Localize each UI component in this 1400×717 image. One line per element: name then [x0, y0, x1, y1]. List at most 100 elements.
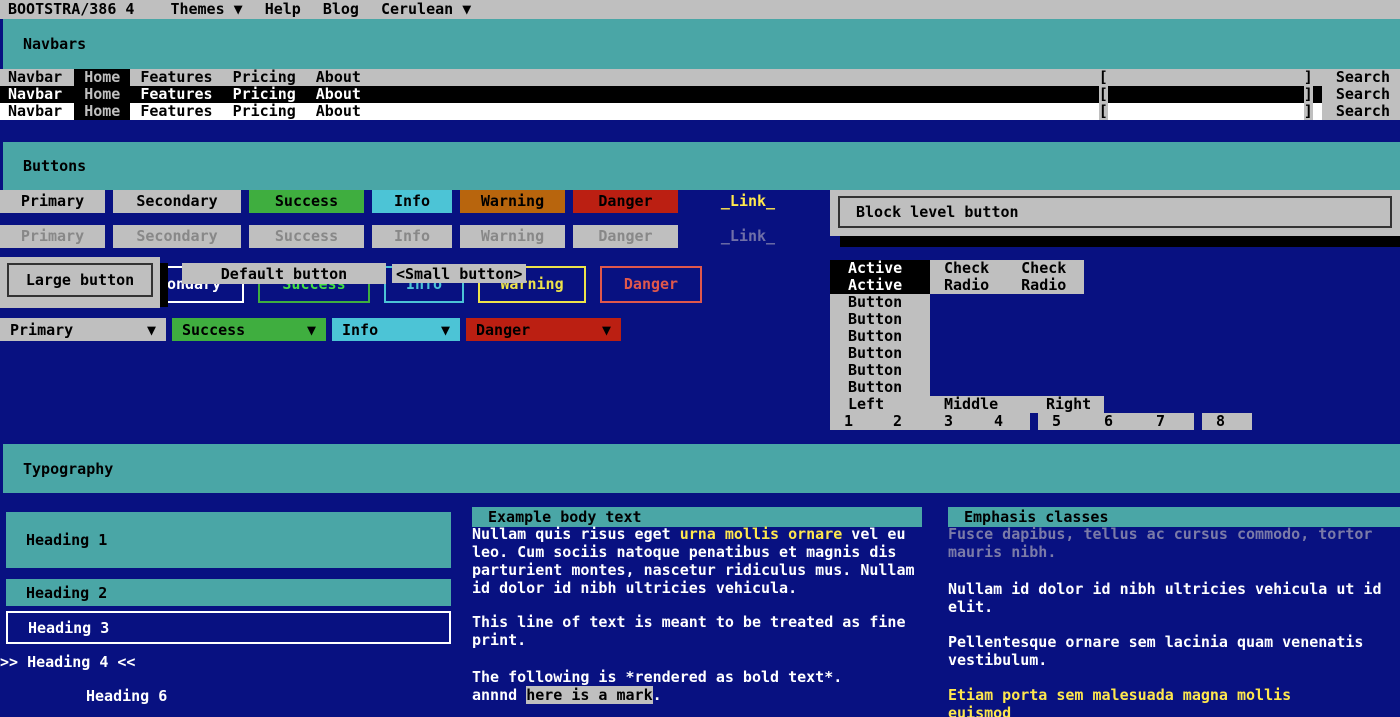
navbar-search-group[interactable]: [ ] Search [1099, 103, 1400, 120]
button-row-solid: Primary Secondary Success Info Warning D… [0, 190, 830, 213]
toggle-button-group: Check Radio Check Radio [930, 260, 1084, 294]
checkbox-toggle-1[interactable]: Check [930, 260, 1007, 277]
bracket-close-icon: ] [1304, 103, 1313, 120]
top-menubar: BOOTSTRA/386 4 Themes ▼ Help Blog Cerule… [0, 0, 1400, 19]
dropdown-success[interactable]: Success ▼ [172, 318, 326, 341]
navbar-search-button[interactable]: Search [1322, 103, 1400, 120]
vgroup-button-1[interactable]: Button [830, 294, 930, 311]
navbar-link-about[interactable]: About [306, 103, 371, 120]
block-button-shadow [840, 236, 1400, 247]
button-warning[interactable]: Warning [460, 190, 565, 213]
menubar-item-themes[interactable]: Themes ▼ [170, 0, 242, 19]
navbar-search-button[interactable]: Search [1322, 86, 1400, 103]
heading-1: Heading 1 [6, 512, 451, 568]
pagination-page-6[interactable]: 6 [1090, 413, 1142, 430]
vgroup-button-2[interactable]: Button [830, 311, 930, 328]
section-title-navbars: Navbars [23, 35, 86, 53]
vgroup-button-4[interactable]: Button [830, 345, 930, 362]
vgroup-button-active-1[interactable]: Active [830, 260, 930, 277]
button-danger[interactable]: Danger [573, 190, 678, 213]
button-small[interactable]: <Small button> [392, 264, 526, 283]
block-button-wrap: Block level button [830, 190, 1400, 236]
pagination-page-4[interactable]: 4 [980, 413, 1030, 430]
navbar-inverse: Navbar Home Features Pricing About [ ] S… [0, 86, 1400, 103]
navbar-link-features[interactable]: Features [130, 103, 222, 120]
buttons-section-body: Primary Secondary Success Info Warning D… [0, 190, 1400, 444]
dropdown-primary-label: Primary [10, 321, 73, 339]
button-link[interactable]: _Link_ [708, 190, 788, 213]
bracket-close-icon: ] [1304, 86, 1313, 103]
vgroup-button-6[interactable]: Button [830, 379, 930, 396]
button-success-disabled: Success [249, 225, 364, 248]
dropdown-primary[interactable]: Primary ▼ [0, 318, 166, 341]
navbar-link-pricing[interactable]: Pricing [223, 86, 306, 103]
typography-headings-column: Heading 1 Heading 2 Heading 3 >> Heading… [6, 512, 451, 708]
button-block-level[interactable]: Block level button [838, 196, 1392, 228]
vgroup-button-5[interactable]: Button [830, 362, 930, 379]
bracket-open-icon: [ [1099, 86, 1108, 103]
chevron-down-icon: ▼ [602, 321, 611, 339]
navbar-link-home[interactable]: Home [74, 86, 130, 103]
pagination-gap [1194, 413, 1202, 430]
text-cursor-icon [1313, 103, 1322, 120]
navbar-link-features[interactable]: Features [130, 86, 222, 103]
typography-section-body: Heading 1 Heading 2 Heading 3 >> Heading… [0, 493, 1400, 715]
dropdown-success-label: Success [182, 321, 245, 339]
menubar-brand[interactable]: BOOTSTRA/386 4 [8, 0, 134, 19]
vgroup-button-3[interactable]: Button [830, 328, 930, 345]
section-header-buttons: Buttons [0, 142, 1400, 190]
pagination-page-7[interactable]: 7 [1142, 413, 1194, 430]
chevron-down-icon: ▼ [441, 321, 450, 339]
button-secondary[interactable]: Secondary [113, 190, 241, 213]
segment-left[interactable]: Left [830, 396, 930, 413]
pagination-page-2[interactable]: 2 [879, 413, 930, 430]
navbar-brand[interactable]: Navbar [0, 103, 74, 120]
section-title-typography: Typography [23, 460, 113, 478]
navbar-link-pricing[interactable]: Pricing [223, 69, 306, 86]
dropdown-danger[interactable]: Danger ▼ [466, 318, 621, 341]
button-warning-disabled: Warning [460, 225, 565, 248]
button-default[interactable]: Default button [182, 263, 386, 284]
navbar-link-about[interactable]: About [306, 86, 371, 103]
navbar-link-pricing[interactable]: Pricing [223, 103, 306, 120]
navbar-brand[interactable]: Navbar [0, 86, 74, 103]
checkbox-toggle-2[interactable]: Check [1007, 260, 1084, 277]
pagination-gap [1030, 413, 1038, 430]
navbar-brand[interactable]: Navbar [0, 69, 74, 86]
button-info[interactable]: Info [372, 190, 452, 213]
dropdown-info[interactable]: Info ▼ [332, 318, 460, 341]
navbar-link-home[interactable]: Home [74, 103, 130, 120]
segment-middle[interactable]: Middle [930, 396, 1032, 413]
emphasis-success: Pellentesque ornare sem lacinia quam ven… [948, 633, 1400, 669]
pagination-page-1[interactable]: 1 [830, 413, 879, 430]
button-danger-disabled: Danger [573, 225, 678, 248]
card-title-emphasis: Emphasis classes [948, 507, 1400, 527]
button-info-disabled: Info [372, 225, 452, 248]
body-lead-paragraph: Nullam quis risus eget urna mollis ornar… [472, 525, 927, 597]
pagination-page-5[interactable]: 5 [1038, 413, 1090, 430]
pagination-page-3[interactable]: 3 [930, 413, 980, 430]
pagination-page-8[interactable]: 8 [1202, 413, 1252, 430]
navbar-link-features[interactable]: Features [130, 69, 222, 86]
navbar-search-group[interactable]: [ ] Search [1099, 86, 1400, 103]
button-outline-danger[interactable]: Danger [600, 266, 702, 303]
navbar-search-button[interactable]: Search [1322, 69, 1400, 86]
section-header-typography: Typography [0, 444, 1400, 493]
button-large[interactable]: Large button [7, 263, 153, 297]
vgroup-button-active-2[interactable]: Active [830, 277, 930, 294]
radio-toggle-1[interactable]: Radio [930, 277, 1007, 294]
button-primary[interactable]: Primary [0, 190, 105, 213]
button-success[interactable]: Success [249, 190, 364, 213]
heading-4: >> Heading 4 << [0, 650, 451, 674]
menubar-item-blog[interactable]: Blog [323, 0, 359, 19]
navbar-search-group[interactable]: [ ] Search [1099, 69, 1400, 86]
segment-right[interactable]: Right [1032, 396, 1104, 413]
menubar-item-cerulean[interactable]: Cerulean ▼ [381, 0, 471, 19]
navbar-link-home[interactable]: Home [74, 69, 130, 86]
navbar-link-about[interactable]: About [306, 69, 371, 86]
dropdown-menu-open: Large button [0, 257, 160, 308]
button-primary-disabled: Primary [0, 225, 105, 248]
section-header-navbars: Navbars [0, 19, 1400, 69]
menubar-item-help[interactable]: Help [265, 0, 301, 19]
radio-toggle-2[interactable]: Radio [1007, 277, 1084, 294]
